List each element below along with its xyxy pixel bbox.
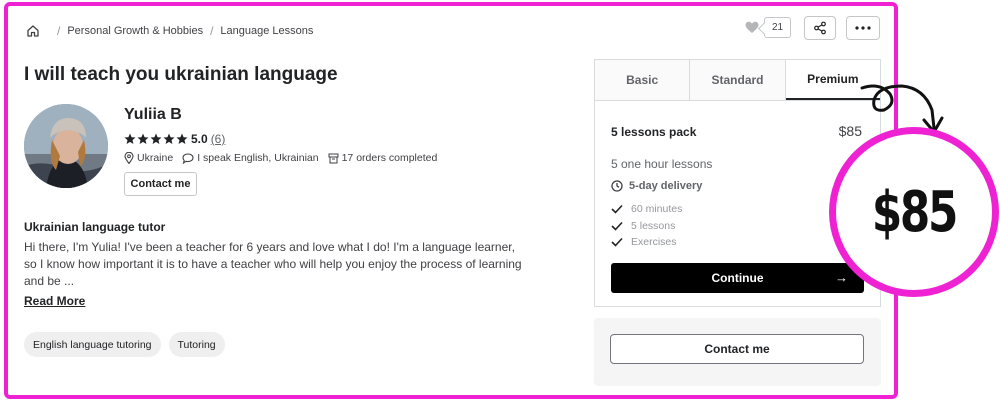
speech-bubble-icon: [182, 152, 194, 164]
rating-stars: [124, 133, 188, 145]
rating-score: 5.0: [191, 132, 208, 146]
orders-box-icon: [328, 153, 339, 163]
star-icon: [137, 133, 149, 144]
likes-count: 21: [764, 17, 791, 38]
seller-country-text: Ukraine: [137, 152, 174, 164]
check-icon: [611, 221, 623, 231]
home-icon[interactable]: [26, 24, 40, 38]
star-icon: [124, 133, 136, 144]
continue-label: Continue: [711, 271, 764, 285]
price-callout-text: $85: [871, 179, 959, 245]
package-price: $85: [838, 123, 862, 139]
star-icon: [150, 133, 162, 144]
package-description: 5 one hour lessons: [611, 157, 713, 171]
breadcrumb: / Personal Growth & Hobbies / Language L…: [26, 24, 313, 38]
seller-orders: 17 orders completed: [328, 152, 438, 164]
breadcrumb-item-language-lessons[interactable]: Language Lessons: [220, 25, 313, 37]
arrow-right-icon: →: [835, 270, 848, 285]
feature-item: 5 lessons: [611, 218, 682, 235]
about-title: Ukrainian language tutor: [24, 220, 166, 234]
seller-name[interactable]: Yuliia B: [124, 106, 182, 124]
rating-row: 5.0 (6): [124, 132, 225, 146]
breadcrumb-separator: /: [210, 24, 214, 38]
tag-tutoring[interactable]: Tutoring: [168, 332, 225, 357]
contact-me-button[interactable]: Contact me: [124, 172, 197, 196]
contact-panel: Contact me: [594, 318, 881, 386]
feature-item: 60 minutes: [611, 201, 682, 218]
check-icon: [611, 238, 623, 247]
continue-button[interactable]: Continue →: [611, 263, 864, 293]
rating-count-link[interactable]: (6): [211, 132, 226, 146]
ellipsis-icon: [855, 26, 871, 30]
star-icon: [176, 133, 188, 144]
heart-icon[interactable]: [745, 21, 759, 34]
feature-text: 60 minutes: [631, 203, 683, 216]
feature-text: 5 lessons: [631, 219, 676, 232]
page-title: I will teach you ukrainian language: [24, 64, 338, 85]
clock-icon: [611, 180, 623, 192]
more-options-button[interactable]: [846, 16, 880, 40]
tab-standard[interactable]: Standard: [690, 60, 786, 100]
avatar-image: [24, 104, 108, 188]
location-pin-icon: [124, 152, 134, 164]
share-icon: [814, 21, 826, 35]
breadcrumb-item-personal-growth[interactable]: Personal Growth & Hobbies: [67, 25, 203, 37]
delivery-text: 5-day delivery: [629, 180, 703, 192]
package-tabs: Basic Standard Premium: [595, 60, 880, 101]
delivery-time: 5-day delivery: [611, 180, 702, 192]
tab-basic[interactable]: Basic: [595, 60, 691, 100]
feature-item: Exercises: [611, 234, 682, 251]
tag-list: English language tutoring Tutoring: [24, 332, 225, 357]
seller-country: Ukraine: [124, 152, 173, 164]
package-name: 5 lessons pack: [611, 125, 697, 139]
breadcrumb-separator: /: [57, 24, 61, 38]
tag-english-language-tutoring[interactable]: English language tutoring: [24, 332, 161, 357]
feature-text: Exercises: [631, 236, 677, 249]
check-icon: [611, 205, 623, 214]
price-callout-badge: $85: [829, 127, 999, 297]
seller-languages: I speak English, Ukrainian: [182, 152, 319, 164]
about-text: Hi there, I'm Yulia! I've been a teacher…: [24, 240, 522, 288]
star-icon: [163, 133, 175, 144]
feature-list: 60 minutes 5 lessons Exercises: [611, 201, 682, 251]
read-more-link[interactable]: Read More: [24, 294, 85, 308]
contact-me-large-button[interactable]: Contact me: [610, 334, 864, 364]
avatar[interactable]: [24, 104, 108, 188]
like-group[interactable]: 21: [745, 17, 791, 38]
share-button[interactable]: [804, 16, 836, 40]
seller-languages-text: I speak English, Ukrainian: [197, 152, 319, 164]
seller-orders-text: 17 orders completed: [341, 152, 438, 164]
seller-meta: Ukraine I speak English, Ukrainian 17 or…: [124, 152, 446, 164]
